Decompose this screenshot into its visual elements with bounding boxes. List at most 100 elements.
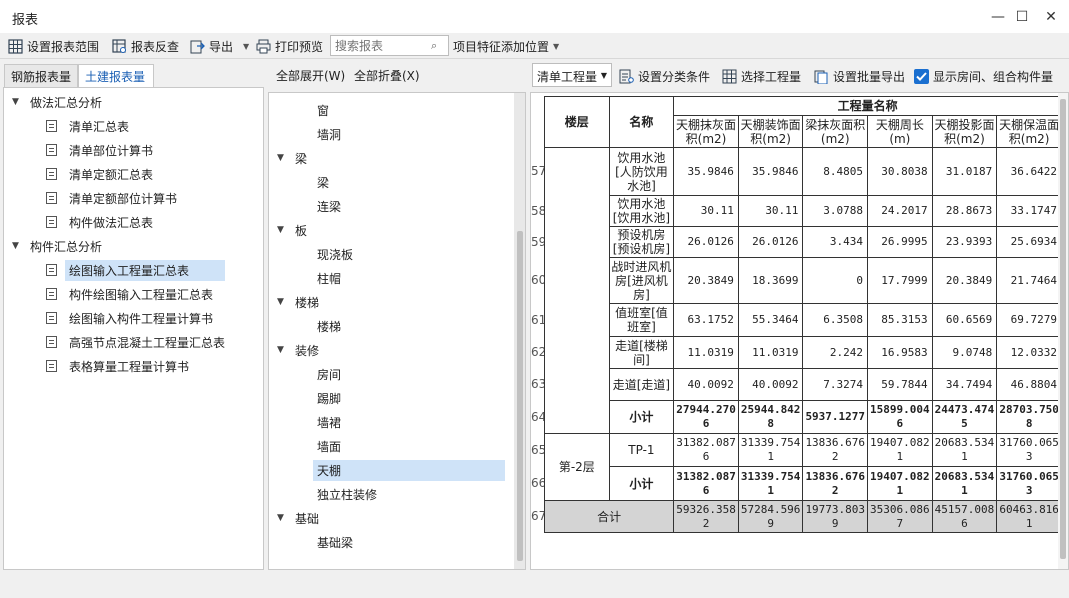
tree-group[interactable]: ▼ 板	[275, 218, 505, 242]
tree-label: 楼梯	[317, 319, 342, 334]
close-button[interactable]: ✕	[1040, 6, 1062, 28]
tree-item[interactable]: 绘图输入构件工程量计算书	[10, 306, 260, 330]
maximize-button[interactable]: ☐	[1011, 6, 1033, 28]
report-scrollbar[interactable]	[1058, 93, 1068, 569]
print-preview-button[interactable]: 打印预览	[256, 37, 323, 55]
tree-group[interactable]: ▼ 梁	[275, 146, 505, 170]
expand-arrow-icon[interactable]: ▼	[277, 297, 291, 307]
component-tree-scrollbar[interactable]	[514, 93, 525, 569]
quantity-type-select[interactable]: 清单工程量 ▼	[532, 63, 612, 87]
tree-item[interactable]: 清单定额部位计算书	[10, 186, 260, 210]
batch-export-button[interactable]: 设置批量导出	[814, 67, 905, 85]
export-label: 导出	[209, 39, 234, 54]
tree-item[interactable]: 绘图输入工程量汇总表	[10, 258, 260, 282]
value-cell: 20683.5341	[931, 433, 998, 467]
row-number-gutter: 57 58 59 60 61 62 63 64 65 66 67	[531, 93, 547, 569]
tree-group[interactable]: ▼ 做法汇总分析	[10, 90, 260, 114]
tree-label: 做法汇总分析	[30, 95, 103, 110]
table-row[interactable]: 合计 59326.3582 57284.5969 19773.8039 35306.08…	[543, 500, 1062, 533]
tree-group[interactable]: ▼ 装修	[275, 338, 505, 362]
tree-item[interactable]: 构件绘图输入工程量汇总表	[10, 282, 260, 306]
feature-position-dropdown[interactable]: 项目特征添加位置 ▼	[453, 37, 559, 55]
tree-group[interactable]: ▼ 楼梯	[275, 290, 505, 314]
value-cell: 17.7999	[867, 257, 933, 304]
table-row[interactable]: 饮用水池[人防饮用水池] 35.9846 35.9846 8.4805 30.8038 3…	[544, 147, 1062, 434]
classify-condition-button[interactable]: 设置分类条件	[619, 67, 710, 85]
search-icon[interactable]: ⌕	[431, 39, 437, 53]
tree-item[interactable]: 天棚	[275, 458, 505, 482]
table-row[interactable]: 第-2层 TP-1 31382.0876 31339.7541 13836.6762 19…	[544, 433, 1062, 501]
quantity-type-value: 清单工程量	[537, 70, 598, 84]
reverse-lookup-button[interactable]: 报表反查	[112, 37, 179, 55]
expand-arrow-icon[interactable]: ▼	[12, 241, 26, 251]
title-bar: 报表 — ☐ ✕	[0, 0, 1069, 33]
table-row[interactable]: 小计 27944.2706 25944.8428 5937.1277 15899.004…	[545, 400, 1062, 434]
value-cell: 25.6934	[996, 226, 1062, 258]
tree-item[interactable]: 独立柱装修	[275, 482, 505, 506]
tree-item[interactable]: 清单部位计算书	[10, 138, 260, 162]
tree-item[interactable]: 构件做法汇总表	[10, 210, 260, 234]
tree-item[interactable]: 窗	[275, 98, 505, 122]
table-row[interactable]: 值班室[值班室] 63.1752 55.3464 6.3508 85.3153 60.65…	[545, 303, 1062, 337]
expand-arrow-icon[interactable]: ▼	[277, 345, 291, 355]
expand-arrow-icon[interactable]: ▼	[12, 97, 26, 107]
value-cell: 35.9846	[737, 147, 804, 196]
collapse-all-button[interactable]: 全部折叠(X)	[354, 67, 420, 84]
tree-item[interactable]: 连梁	[275, 194, 505, 218]
tree-item[interactable]: 墙裙	[275, 410, 505, 434]
table-row[interactable]: 小计 31382.0876 31339.7541 13836.6762 19407.08…	[545, 466, 1062, 501]
scrollbar-thumb[interactable]	[1060, 99, 1066, 559]
set-range-label: 设置报表范围	[27, 39, 100, 54]
value-cell: 19407.0821	[867, 433, 933, 467]
tree-item[interactable]: 墙洞	[275, 122, 505, 146]
scrollbar-thumb[interactable]	[517, 231, 523, 561]
row-number: 59	[531, 234, 547, 249]
show-rooms-checkbox[interactable]: 显示房间、组合构件量	[914, 67, 1053, 85]
tree-item[interactable]: 清单定额汇总表	[10, 162, 260, 186]
expand-arrow-icon[interactable]: ▼	[277, 225, 291, 235]
tree-item[interactable]: 梁	[275, 170, 505, 194]
tree-item[interactable]: 柱帽	[275, 266, 505, 290]
select-quantity-button[interactable]: 选择工程量	[722, 67, 801, 85]
tree-item[interactable]: 房间	[275, 362, 505, 386]
minimize-button[interactable]: —	[987, 6, 1009, 28]
value-cell: 6.3508	[802, 303, 869, 337]
tree-item[interactable]: 现浇板	[275, 242, 505, 266]
table-row[interactable]: 走道[走道] 40.0092 40.0092 7.3274 59.7844 34.7494…	[545, 368, 1062, 401]
tab-rebar-report[interactable]: 钢筋报表量	[4, 64, 78, 88]
export-button[interactable]: 导出 ▼	[190, 37, 249, 55]
component-tree-header: 全部展开(W) 全部折叠(X)	[268, 61, 526, 88]
value-cell: 26.9995	[867, 226, 933, 258]
tree-label: 房间	[317, 367, 342, 382]
tree-item[interactable]: 高强节点混凝土工程量汇总表	[10, 330, 260, 354]
table-row[interactable]: 走道[楼梯间] 11.0319 11.0319 2.242 16.9583 9.0748 1…	[545, 336, 1062, 369]
tree-item[interactable]: 基础梁	[275, 530, 505, 554]
tree-item[interactable]: 踢脚	[275, 386, 505, 410]
table-row[interactable]: 战时进风机房[进风机房] 20.3849 18.3699 0 17.7999 20.384…	[545, 257, 1062, 304]
expand-arrow-icon[interactable]: ▼	[277, 153, 291, 163]
row-number: 65	[531, 442, 547, 457]
value-cell: 0	[802, 257, 869, 304]
set-range-button[interactable]: 设置报表范围	[8, 37, 99, 55]
value-cell: 30.8038	[867, 147, 933, 196]
value-cell: 55.3464	[737, 303, 804, 337]
table-row[interactable]: 预设机房[预设机房] 26.0126 26.0126 3.434 26.9995 23.9…	[545, 226, 1062, 258]
tree-item[interactable]: 墙面	[275, 434, 505, 458]
print-preview-label: 打印预览	[275, 39, 324, 54]
reverse-label: 报表反查	[131, 39, 180, 54]
tree-item[interactable]: 楼梯	[275, 314, 505, 338]
checkbox-checked-icon[interactable]	[914, 68, 929, 84]
printer-icon	[256, 39, 271, 54]
expand-arrow-icon[interactable]: ▼	[277, 513, 291, 523]
tree-label: 高强节点混凝土工程量汇总表	[69, 335, 226, 350]
tab-civil-report[interactable]: 土建报表量	[78, 64, 154, 88]
tree-label: 连梁	[317, 199, 342, 214]
tree-item[interactable]: 清单汇总表	[10, 114, 260, 138]
tree-group[interactable]: ▼ 基础	[275, 506, 505, 530]
tree-group[interactable]: ▼ 构件汇总分析	[10, 234, 260, 258]
row-number: 60	[531, 273, 547, 287]
expand-all-button[interactable]: 全部展开(W)	[276, 67, 345, 84]
value-cell: 36.6422	[996, 147, 1062, 196]
table-row[interactable]: 饮用水池[饮用水池] 30.11 30.11 3.0788 24.2017 28.8673…	[545, 195, 1062, 227]
tree-item[interactable]: 表格算量工程量计算书	[10, 354, 260, 378]
